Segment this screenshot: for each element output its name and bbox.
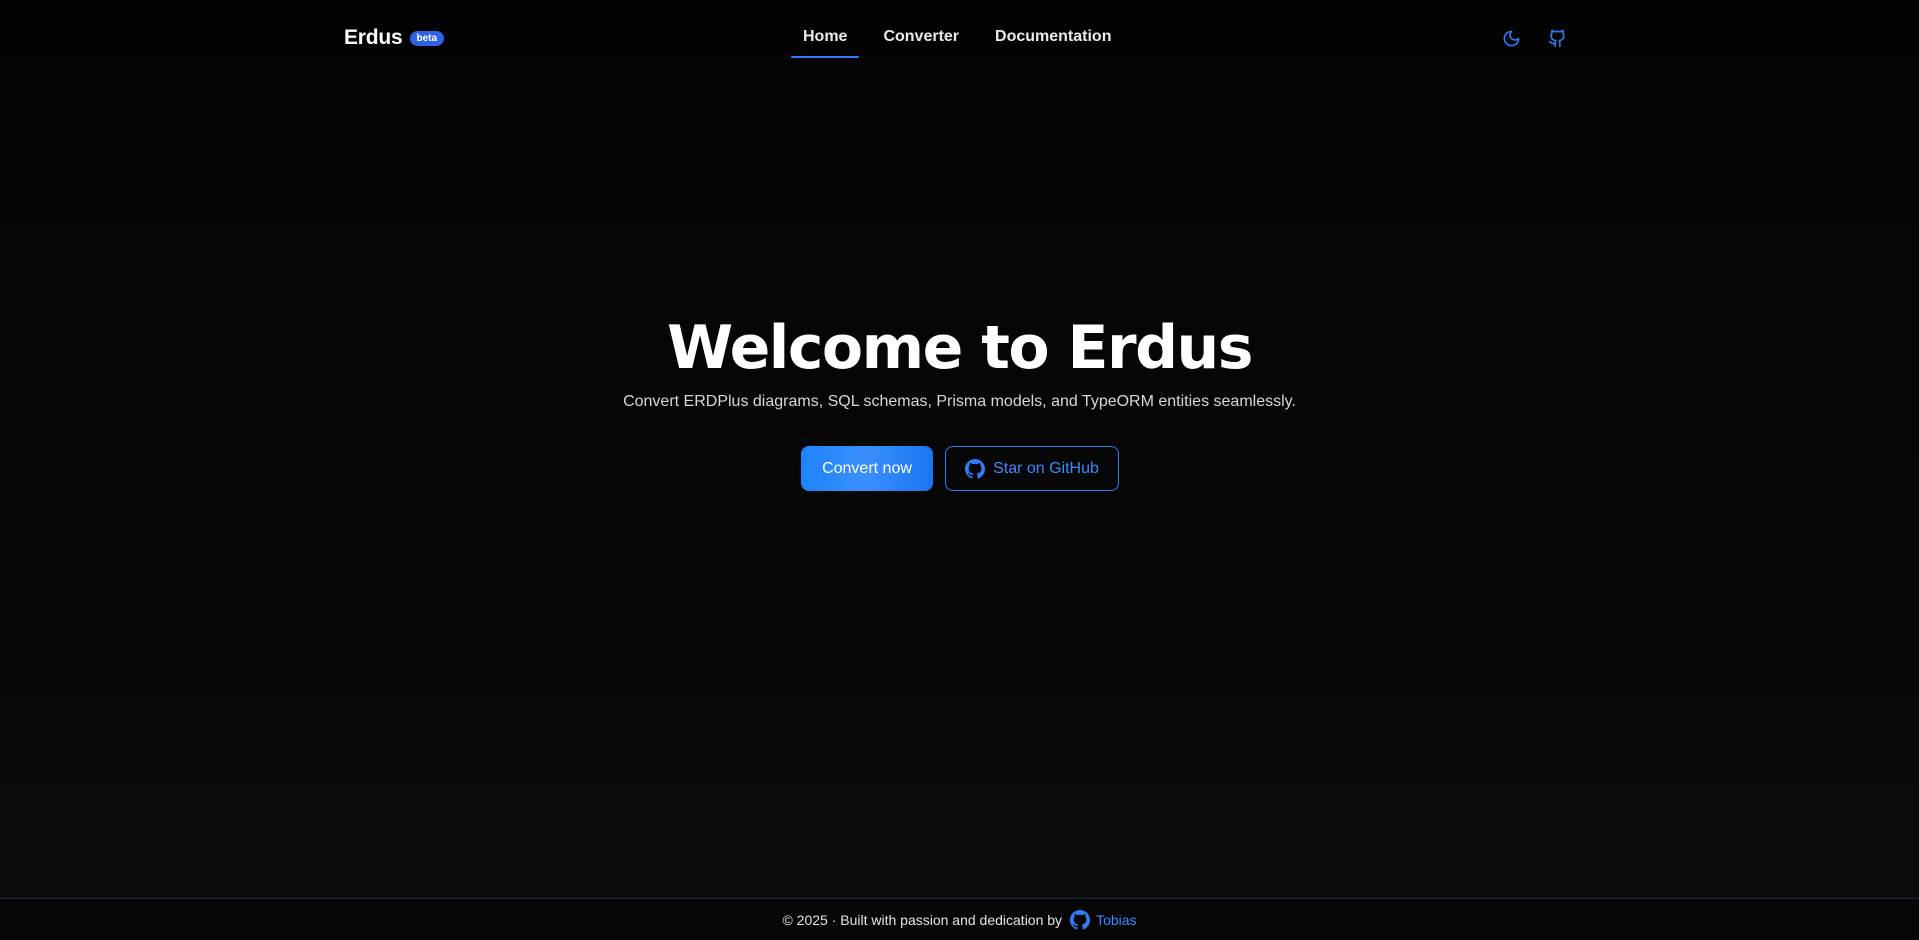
brand[interactable]: Erdus beta bbox=[344, 26, 445, 50]
footer-text: © 2025 · Built with passion and dedicati… bbox=[782, 911, 1063, 928]
hero-title: Welcome to Erdus bbox=[667, 313, 1253, 383]
main-nav: Home Converter Documentation bbox=[791, 0, 1123, 60]
github-icon bbox=[1548, 29, 1565, 47]
footer-author-link[interactable]: Tobias bbox=[1070, 909, 1137, 930]
star-on-github-button[interactable]: Star on GitHub bbox=[945, 446, 1119, 491]
brand-name: Erdus bbox=[344, 26, 403, 49]
moon-icon bbox=[1503, 30, 1519, 46]
github-icon bbox=[1070, 909, 1091, 930]
nav-documentation[interactable]: Documentation bbox=[983, 0, 1123, 58]
footer: © 2025 · Built with passion and dedicati… bbox=[0, 898, 1919, 940]
convert-now-button[interactable]: Convert now bbox=[801, 446, 933, 491]
star-on-github-label: Star on GitHub bbox=[993, 459, 1099, 477]
footer-author-name: Tobias bbox=[1096, 911, 1137, 928]
github-link-button[interactable] bbox=[1545, 26, 1569, 50]
page: Erdus beta Home Converter Documentation … bbox=[0, 0, 1919, 940]
cta-row: Convert now Star on GitHub bbox=[801, 446, 1119, 491]
nav-converter[interactable]: Converter bbox=[871, 0, 971, 58]
github-icon bbox=[965, 458, 986, 479]
beta-badge: beta bbox=[409, 30, 445, 46]
hero-subtitle: Convert ERDPlus diagrams, SQL schemas, P… bbox=[623, 393, 1296, 410]
theme-toggle-button[interactable] bbox=[1499, 26, 1523, 50]
nav-home[interactable]: Home bbox=[791, 0, 860, 58]
convert-now-label: Convert now bbox=[822, 459, 912, 477]
top-header: Erdus beta Home Converter Documentation bbox=[0, 0, 1919, 76]
